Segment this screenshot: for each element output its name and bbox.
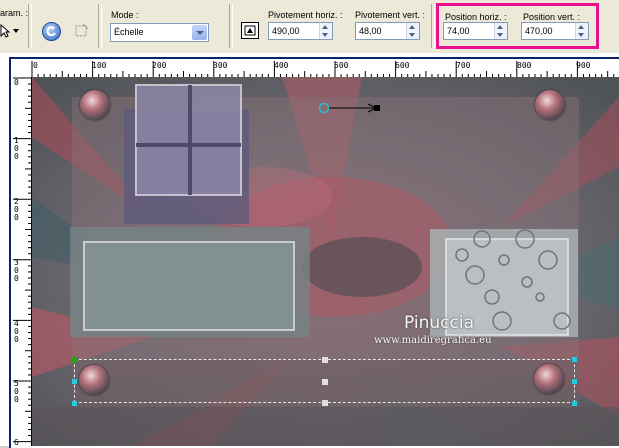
separator xyxy=(431,4,435,48)
rotation-h-value: 490,00 xyxy=(272,26,300,36)
tool-options-toolbar: aram. : Mode : Échelle Pivotement horiz.… xyxy=(0,0,619,54)
mode-select[interactable]: Échelle xyxy=(110,23,209,42)
horizontal-ruler: 0 100 200 300 400 500 600 700 800 900 xyxy=(31,61,619,78)
image-canvas[interactable]: Pinuccia www.maidiregrafica.eu xyxy=(32,77,619,446)
transform-handle[interactable] xyxy=(322,400,328,406)
tool-dropdown-icon[interactable] xyxy=(13,29,19,33)
pick-tool-icon[interactable] xyxy=(0,23,11,38)
stepper-arrows[interactable] xyxy=(406,23,419,39)
ruler-v-ticks xyxy=(13,77,31,443)
undo-arrow-icon xyxy=(46,26,56,37)
watermark-url: www.maidiregrafica.eu xyxy=(374,335,492,346)
chevron-down-icon[interactable] xyxy=(192,25,207,40)
arrow-up-icon[interactable] xyxy=(409,25,415,29)
arrow-down-icon[interactable] xyxy=(409,33,415,37)
transform-handle[interactable] xyxy=(572,379,577,384)
rotate-icon-disabled xyxy=(73,22,91,40)
separator xyxy=(28,4,32,48)
vertical-ruler: 0 1 0 0 2 0 0 3 0 0 4 0 0 5 0 0 6 xyxy=(13,77,32,447)
rotation-h-stepper[interactable]: 490,00 xyxy=(268,22,333,40)
ruler-h-ticks xyxy=(31,61,615,77)
transform-handle[interactable] xyxy=(322,357,328,363)
anchor-handle[interactable] xyxy=(72,357,78,363)
perspective-toggle-button[interactable] xyxy=(241,22,259,39)
transform-handle[interactable] xyxy=(322,379,328,385)
watermark-name: Pinuccia xyxy=(404,313,474,333)
decorative-ball xyxy=(535,90,565,120)
position-highlight-box xyxy=(436,3,599,49)
arrow-down-icon[interactable] xyxy=(322,33,328,37)
transform-handle[interactable] xyxy=(72,401,77,406)
arrow-up-icon[interactable] xyxy=(322,25,328,29)
rotation-v-value: 48,00 xyxy=(359,26,382,36)
transform-handle[interactable] xyxy=(572,401,577,406)
rotation-v-stepper[interactable]: 48,00 xyxy=(355,22,420,40)
mode-label: Mode : xyxy=(111,10,139,20)
presets-label: aram. : xyxy=(0,8,29,18)
stepper-arrows[interactable] xyxy=(319,23,332,39)
reset-button[interactable] xyxy=(42,22,61,41)
rotation-h-label: Pivotement horiz. : xyxy=(268,10,343,20)
film-frame-icon xyxy=(244,25,256,36)
transform-handle[interactable] xyxy=(572,357,577,362)
rotation-v-label: Pivotement vert. : xyxy=(355,10,426,20)
mode-value: Échelle xyxy=(114,27,144,37)
separator xyxy=(98,4,102,48)
decorative-ball xyxy=(80,90,110,120)
rotation-handle[interactable] xyxy=(318,101,388,115)
separator xyxy=(229,4,233,48)
transform-handle[interactable] xyxy=(72,379,77,384)
